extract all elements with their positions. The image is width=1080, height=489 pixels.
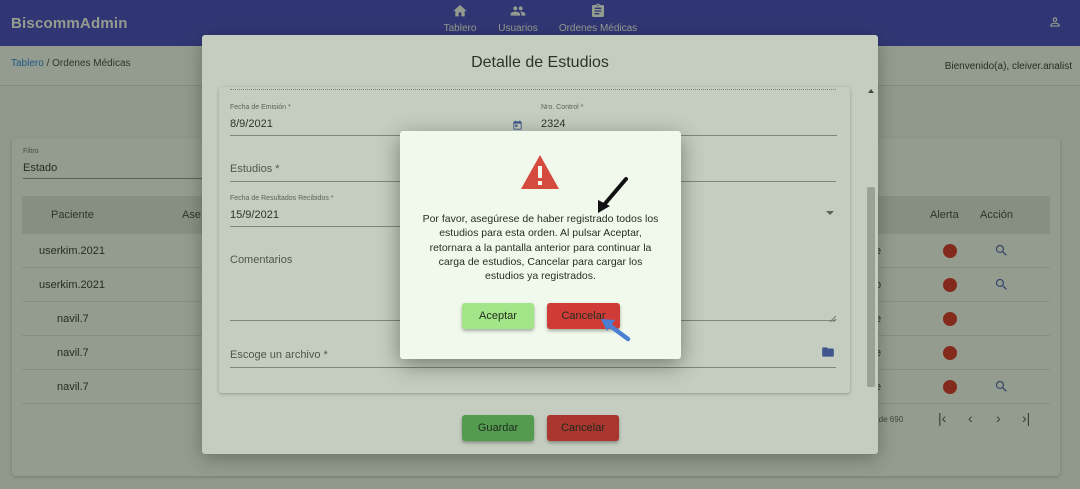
warning-icon: [519, 153, 561, 196]
dialog-cancel-button[interactable]: Cancelar: [547, 303, 620, 329]
confirm-dialog: Por favor, asegúrese de haber registrado…: [400, 131, 681, 359]
confirm-message: Por favor, asegúrese de haber registrado…: [422, 213, 659, 283]
accept-button[interactable]: Aceptar: [462, 303, 534, 329]
